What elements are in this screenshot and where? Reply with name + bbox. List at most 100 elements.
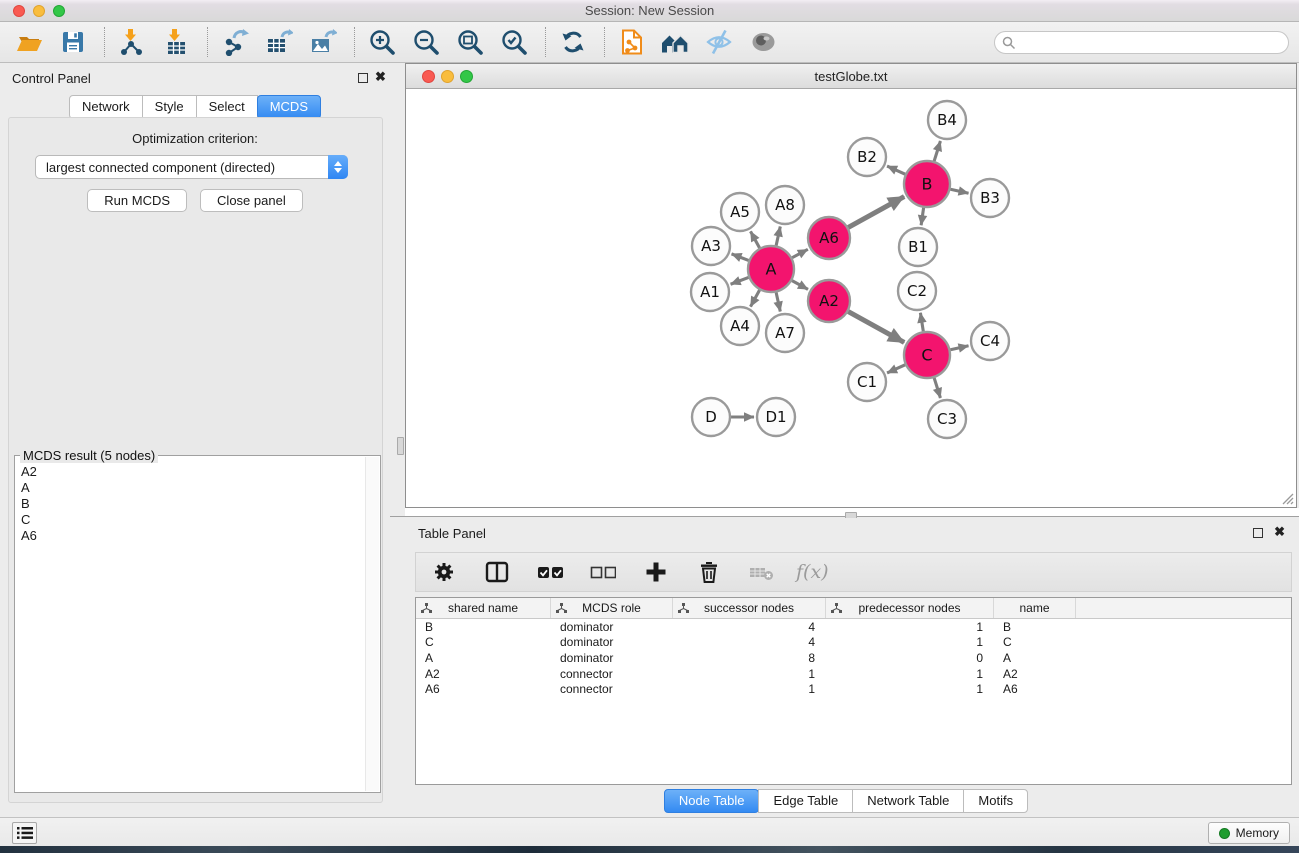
scrollbar-track[interactable]: [365, 457, 379, 791]
zoom-in-icon[interactable]: [367, 27, 397, 57]
mcds-result-item[interactable]: B: [17, 496, 364, 512]
table-cell[interactable]: A: [416, 651, 551, 665]
graph-edge-C-C1[interactable]: [887, 365, 905, 373]
graph-edge-A2-C[interactable]: [848, 312, 904, 343]
table-cell[interactable]: A2: [416, 667, 551, 681]
tab-edge-table[interactable]: Edge Table: [758, 789, 853, 813]
table-cell[interactable]: 4: [673, 620, 826, 634]
table-cell[interactable]: A2: [994, 667, 1076, 681]
tab-motifs[interactable]: Motifs: [963, 789, 1028, 813]
mcds-result-item[interactable]: C: [17, 512, 364, 528]
zoom-fit-icon[interactable]: [455, 27, 485, 57]
graph-edge-C-C4[interactable]: [950, 346, 968, 350]
column-header-successor-nodes[interactable]: successor nodes: [673, 598, 826, 618]
memory-button[interactable]: Memory: [1208, 822, 1290, 844]
tab-mcds[interactable]: MCDS: [257, 95, 321, 119]
table-cell[interactable]: dominator: [551, 635, 673, 649]
zoom-out-icon[interactable]: [411, 27, 441, 57]
tab-select[interactable]: Select: [196, 95, 258, 119]
zoom-selected-icon[interactable]: [499, 27, 529, 57]
table-cell[interactable]: 0: [826, 651, 994, 665]
table-cell[interactable]: dominator: [551, 651, 673, 665]
import-network-icon[interactable]: [117, 27, 147, 57]
table-cell[interactable]: A6: [416, 682, 551, 696]
graph-edge-A-A5[interactable]: [751, 231, 760, 248]
graph-edge-B-B3[interactable]: [950, 189, 968, 193]
graph-edge-A-A4[interactable]: [751, 290, 760, 307]
float-panel-icon[interactable]: [358, 73, 368, 83]
graph-edge-A-A3[interactable]: [732, 254, 749, 261]
tab-network[interactable]: Network: [69, 95, 143, 119]
graph-edge-A-A6[interactable]: [792, 249, 808, 257]
splitter-handle-left[interactable]: [397, 437, 404, 455]
add-icon[interactable]: [643, 559, 669, 585]
export-image-icon[interactable]: [308, 27, 338, 57]
show-details-eye-icon[interactable]: [749, 27, 779, 57]
run-mcds-button[interactable]: Run MCDS: [87, 189, 187, 212]
mcds-result-item[interactable]: A6: [17, 528, 364, 544]
tab-network-table[interactable]: Network Table: [852, 789, 964, 813]
gear-icon[interactable]: [431, 559, 457, 585]
network-from-file-icon[interactable]: [617, 27, 647, 57]
table-row[interactable]: A2connector11A2: [416, 666, 1291, 682]
graph-edge-A-A2[interactable]: [792, 281, 808, 290]
table-cell[interactable]: 1: [673, 667, 826, 681]
table-cell[interactable]: 1: [826, 620, 994, 634]
save-session-icon[interactable]: [58, 27, 88, 57]
optimization-criterion-select[interactable]: largest connected component (directed): [35, 155, 348, 179]
float-panel-icon[interactable]: [1253, 528, 1263, 538]
table-cell[interactable]: C: [994, 635, 1076, 649]
checked-pair-icon[interactable]: [537, 559, 563, 585]
table-cell[interactable]: 8: [673, 651, 826, 665]
trash-icon[interactable]: [696, 559, 722, 585]
table-cell[interactable]: 4: [673, 635, 826, 649]
unchecked-pair-icon[interactable]: [590, 559, 616, 585]
graph-edge-B-B2[interactable]: [887, 166, 905, 174]
first-neighbors-icon[interactable]: [661, 27, 691, 57]
column-header-shared-name[interactable]: shared name: [416, 598, 551, 618]
hide-details-eye-icon[interactable]: [705, 27, 735, 57]
graph-edge-A-A1[interactable]: [731, 277, 749, 284]
table-cell[interactable]: connector: [551, 667, 673, 681]
graph-edge-A6-B[interactable]: [848, 197, 904, 228]
graph-edge-A-A7[interactable]: [776, 292, 780, 311]
tab-style[interactable]: Style: [142, 95, 197, 119]
graph-edge-B-B4[interactable]: [934, 141, 940, 161]
graph-edge-A-A8[interactable]: [776, 226, 780, 245]
graph-edge-B-B1[interactable]: [921, 208, 923, 225]
search-input[interactable]: [1016, 34, 1288, 52]
table-cell[interactable]: B: [416, 620, 551, 634]
columns-icon[interactable]: [484, 559, 510, 585]
mcds-result-item[interactable]: A: [17, 480, 364, 496]
table-cell[interactable]: C: [416, 635, 551, 649]
table-cell[interactable]: 1: [673, 682, 826, 696]
close-panel-icon[interactable]: ✖: [375, 69, 386, 85]
table-cell[interactable]: 1: [826, 635, 994, 649]
network-graph-canvas[interactable]: AA1A2A3A4A5A6A7A8BB1B2B3B4CC1C2C3C4DD1: [406, 89, 1296, 507]
graph-edge-C-C3[interactable]: [934, 378, 940, 398]
table-cell[interactable]: dominator: [551, 620, 673, 634]
column-header-name[interactable]: name: [994, 598, 1076, 618]
search-field[interactable]: [994, 31, 1289, 54]
column-header-MCDS-role[interactable]: MCDS role: [551, 598, 673, 618]
table-cell[interactable]: B: [994, 620, 1076, 634]
table-row[interactable]: Adominator80A: [416, 650, 1291, 666]
tab-node-table[interactable]: Node Table: [664, 789, 760, 813]
import-table-icon[interactable]: [161, 27, 191, 57]
table-row[interactable]: Bdominator41B: [416, 619, 1291, 635]
table-cell[interactable]: A6: [994, 682, 1076, 696]
refresh-layout-icon[interactable]: [558, 27, 588, 57]
graph-edge-C-C2[interactable]: [920, 313, 923, 332]
mcds-result-item[interactable]: A2: [17, 464, 364, 480]
table-cell[interactable]: A: [994, 651, 1076, 665]
table-cell[interactable]: connector: [551, 682, 673, 696]
close-panel-button[interactable]: Close panel: [200, 189, 303, 212]
table-cell[interactable]: 1: [826, 667, 994, 681]
task-history-button[interactable]: [12, 822, 37, 844]
open-file-icon[interactable]: [14, 27, 44, 57]
export-table-icon[interactable]: [264, 27, 294, 57]
close-panel-icon[interactable]: ✖: [1274, 524, 1285, 540]
export-network-icon[interactable]: [220, 27, 250, 57]
mcds-result-list[interactable]: A2ABCA6: [17, 464, 364, 790]
table-row[interactable]: A6connector11A6: [416, 681, 1291, 697]
